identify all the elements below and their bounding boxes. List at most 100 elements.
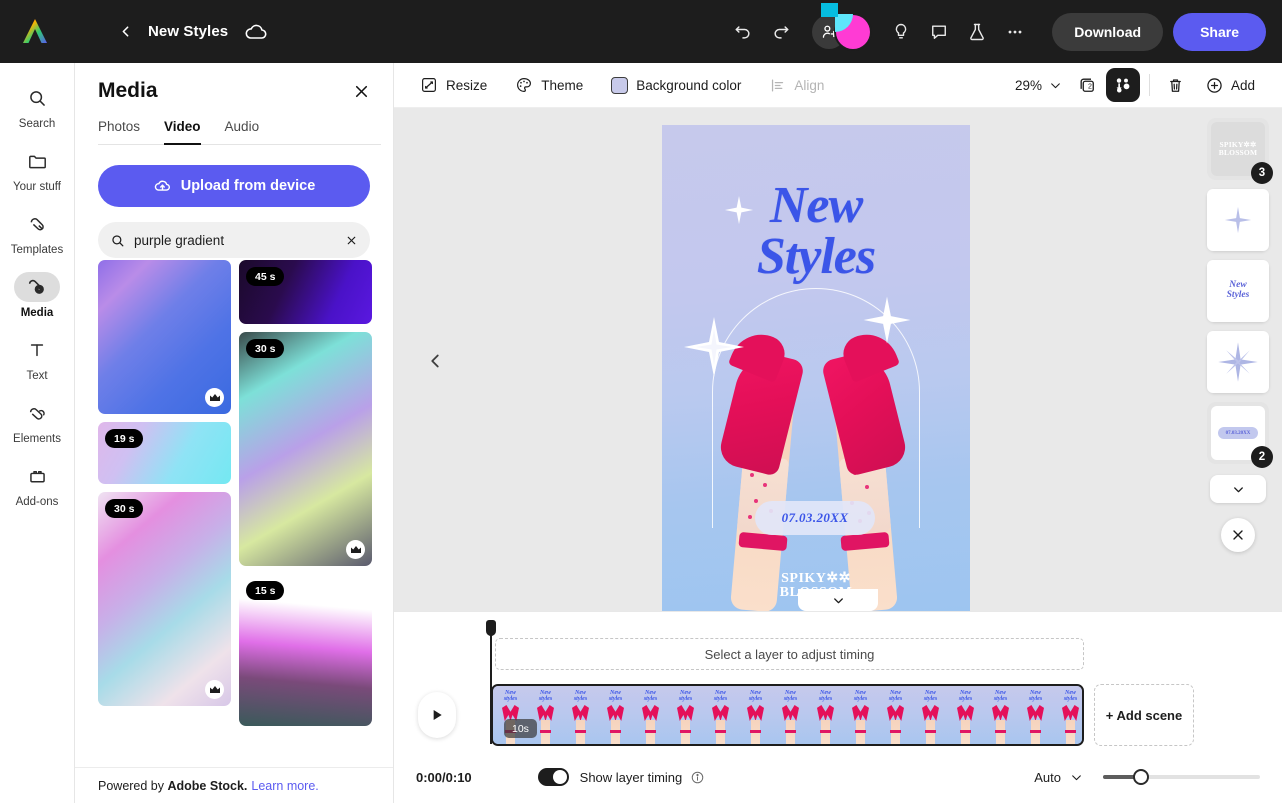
scene-thumbnail[interactable]: New Styles xyxy=(1207,260,1269,322)
chevron-left-icon[interactable] xyxy=(414,340,456,382)
close-icon[interactable] xyxy=(352,82,371,101)
add-scene-button[interactable]: + Add scene xyxy=(1094,684,1194,746)
theme-button[interactable]: Theme xyxy=(506,70,592,100)
duration-badge: 15 s xyxy=(246,581,284,600)
scenes-close-button[interactable] xyxy=(1221,518,1255,552)
play-button[interactable] xyxy=(418,692,456,738)
sidebar-label: Text xyxy=(26,370,47,382)
left-rail: Search Your stuff Templates Media Text xyxy=(0,63,75,803)
flask-icon[interactable] xyxy=(958,13,996,51)
frame-title: Newstyles xyxy=(1018,690,1053,702)
duration-badge: 19 s xyxy=(105,429,143,448)
undo-icon[interactable] xyxy=(724,13,762,51)
scenes-show-more-button[interactable] xyxy=(1210,475,1266,503)
canvas-toolbar: Resize Theme Background color Align 29% xyxy=(394,63,1282,108)
add-button[interactable]: Add xyxy=(1195,69,1265,101)
avatar[interactable] xyxy=(836,15,870,49)
sidebar-item-elements[interactable]: Elements xyxy=(6,394,68,447)
sparkle-icon xyxy=(1217,341,1259,383)
back-button[interactable] xyxy=(108,15,142,49)
tab-audio[interactable]: Audio xyxy=(225,119,260,144)
media-thumbnail[interactable]: 19 s xyxy=(98,422,231,484)
artwork-title-line1: New xyxy=(770,177,862,234)
premium-crown-icon xyxy=(205,680,224,699)
trash-icon[interactable] xyxy=(1159,68,1193,102)
layers-icon[interactable]: 2 xyxy=(1070,68,1104,102)
sidebar-item-text[interactable]: Text xyxy=(6,331,68,384)
animate-icon[interactable] xyxy=(1106,68,1140,102)
frame-title: Newstyles xyxy=(493,690,528,702)
zoom-control[interactable]: 29% xyxy=(1005,70,1068,100)
frame-title: Newstyles xyxy=(913,690,948,702)
sidebar-item-templates[interactable]: Templates xyxy=(6,205,68,258)
artboard[interactable]: New Styles xyxy=(662,125,970,611)
search-value: purple gradient xyxy=(134,233,336,248)
tab-photos[interactable]: Photos xyxy=(98,119,140,144)
frame-cuff xyxy=(1065,730,1076,733)
sidebar-label: Add-ons xyxy=(16,496,59,508)
frame-shoe xyxy=(1027,705,1044,721)
clear-icon[interactable] xyxy=(345,234,358,247)
scene-timeline-strip[interactable]: 10s NewstylesNewstylesNewstylesNewstyles… xyxy=(491,684,1084,746)
timeline-frame: Newstyles xyxy=(1018,686,1053,744)
document-title[interactable]: New Styles xyxy=(148,23,228,40)
top-bar-left: New Styles xyxy=(0,15,268,49)
media-tabs: Photos Video Audio xyxy=(98,111,381,145)
download-button[interactable]: Download xyxy=(1052,13,1163,51)
sidebar-item-addons[interactable]: Add-ons xyxy=(6,457,68,510)
upload-from-device-button[interactable]: Upload from device xyxy=(98,165,370,207)
resize-label: Resize xyxy=(446,78,487,93)
adobe-express-logo-icon[interactable] xyxy=(18,15,52,49)
layer-timing-strip[interactable]: Select a layer to adjust timing xyxy=(495,638,1084,670)
scene-thumbnail[interactable]: SPIKY✲✲ BLOSSOM 3 xyxy=(1207,118,1269,180)
frame-shoe xyxy=(642,705,659,721)
collaborators xyxy=(812,13,876,51)
align-button[interactable]: Align xyxy=(760,70,833,100)
more-options-icon[interactable] xyxy=(996,13,1034,51)
sidebar-item-media[interactable]: Media xyxy=(6,268,68,321)
media-thumbnail[interactable]: 45 s xyxy=(239,260,372,324)
sidebar-item-your-stuff[interactable]: Your stuff xyxy=(6,142,68,195)
artwork-title: New Styles xyxy=(662,181,970,283)
sidebar-item-search[interactable]: Search xyxy=(6,79,68,132)
frame-title: Newstyles xyxy=(948,690,983,702)
scene-thumbnail[interactable] xyxy=(1207,331,1269,393)
search-input[interactable]: purple gradient xyxy=(98,222,370,258)
share-button[interactable]: Share xyxy=(1173,13,1266,51)
timeline-zoom-slider[interactable] xyxy=(1103,768,1260,786)
scene-thumbnail[interactable]: 07.03.20XX 2 xyxy=(1207,402,1269,464)
align-icon xyxy=(769,77,786,94)
scene-duration-badge: 10s xyxy=(504,719,537,738)
frame-shoe xyxy=(712,705,729,721)
timeline-frame: Newstyles xyxy=(668,686,703,744)
learn-more-link[interactable]: Learn more. xyxy=(251,779,318,793)
media-thumbnail[interactable]: 30 s xyxy=(239,332,372,566)
comment-icon[interactable] xyxy=(920,13,958,51)
sidebar-label: Media xyxy=(21,307,54,319)
auto-dropdown[interactable]: Auto xyxy=(1034,770,1083,785)
duration-badge: 45 s xyxy=(246,267,284,286)
media-thumbnail[interactable]: 15 s xyxy=(239,574,372,726)
redo-icon[interactable] xyxy=(762,13,800,51)
theme-label: Theme xyxy=(541,78,583,93)
slider-knob[interactable] xyxy=(1133,769,1149,785)
media-thumbnail[interactable]: 30 s xyxy=(98,492,231,706)
scene-thumbnail[interactable] xyxy=(1207,189,1269,251)
background-color-button[interactable]: Background color xyxy=(602,70,750,100)
info-icon[interactable] xyxy=(690,770,705,785)
timeline-frame: Newstyles xyxy=(843,686,878,744)
frame-title: Newstyles xyxy=(528,690,563,702)
timeline-collapse-toggle[interactable] xyxy=(798,589,878,611)
frame-shoe xyxy=(992,705,1009,721)
tab-video[interactable]: Video xyxy=(164,119,201,144)
show-layer-timing-toggle[interactable] xyxy=(538,768,569,786)
frame-cuff xyxy=(960,730,971,733)
timeline: Select a layer to adjust timing 10s News… xyxy=(394,611,1282,803)
top-bar: New Styles xyxy=(0,0,1282,63)
frame-shoe xyxy=(922,705,939,721)
timeline-frame: Newstyles xyxy=(563,686,598,744)
artwork-date-badge: 07.03.20XX xyxy=(755,501,875,535)
lightbulb-icon[interactable] xyxy=(882,13,920,51)
resize-button[interactable]: Resize xyxy=(411,70,496,100)
media-thumbnail[interactable] xyxy=(98,260,231,414)
